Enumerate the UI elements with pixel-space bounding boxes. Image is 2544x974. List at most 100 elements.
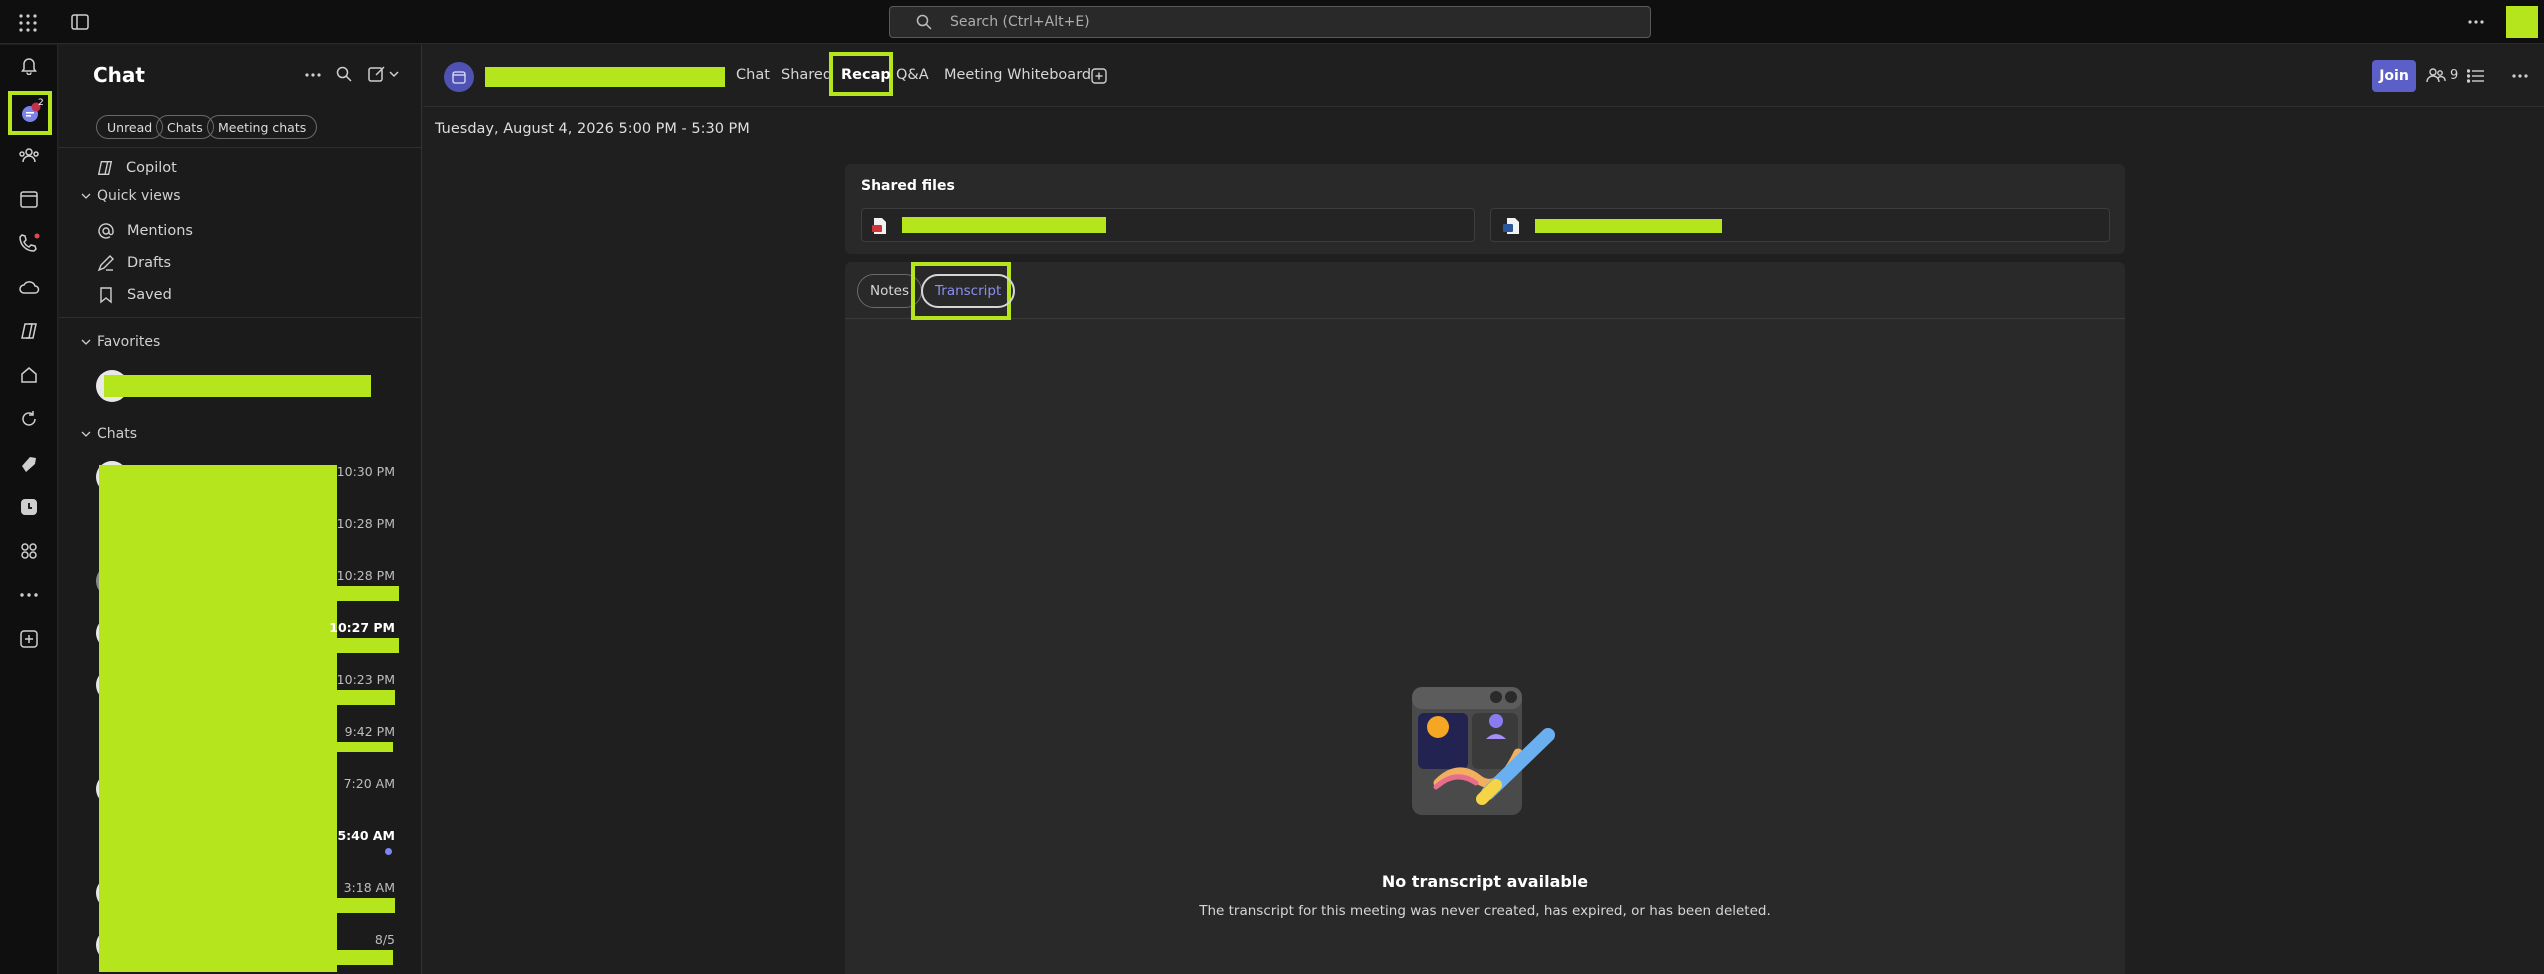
chat-preview-redacted	[337, 950, 393, 965]
participants-button[interactable]: 9	[2426, 67, 2458, 83]
chevron-down-icon	[81, 193, 91, 199]
draft-icon	[97, 254, 115, 272]
tab-meeting-whiteboard[interactable]: Meeting Whiteboard	[944, 67, 1091, 83]
add-app-icon[interactable]	[14, 624, 44, 654]
divider	[845, 318, 2125, 319]
clock-app-icon[interactable]	[14, 492, 44, 522]
chat-preview-redacted	[337, 638, 399, 653]
quick-views-section[interactable]: Quick views	[81, 186, 181, 206]
app-launcher-icon[interactable]	[19, 14, 37, 32]
chat-time: 10:27 PM	[329, 620, 395, 635]
copilot-icon	[96, 159, 114, 177]
empty-transcript-illustration	[1408, 683, 1560, 823]
sidebar-toggle-icon[interactable]	[71, 14, 89, 30]
chat-time: 7:20 AM	[343, 776, 395, 791]
chat-badge: 2	[38, 98, 44, 108]
filter-chats[interactable]: Chats	[156, 115, 214, 139]
meeting-header: Chat Shared Recap Q&A Meeting Whiteboard…	[423, 45, 2544, 107]
chat-list-redacted[interactable]	[99, 465, 337, 972]
bell-icon[interactable]	[14, 50, 44, 80]
empty-state-title: No transcript available	[1381, 872, 1589, 891]
tab-recap[interactable]: Recap	[841, 67, 891, 83]
drafts-label: Drafts	[127, 255, 172, 271]
chat-icon[interactable]: 2	[8, 91, 52, 135]
meeting-title-redacted	[485, 67, 725, 87]
list-icon[interactable]	[2467, 69, 2485, 83]
more-options-icon[interactable]	[2468, 20, 2484, 24]
add-tab-icon[interactable]	[1091, 68, 1107, 84]
mentions-label: Mentions	[127, 223, 193, 239]
at-icon	[97, 222, 115, 240]
tab-shared[interactable]: Shared	[781, 67, 832, 83]
chats-label: Chats	[97, 426, 138, 442]
phone-icon[interactable]	[14, 228, 44, 258]
copilot-item[interactable]: Copilot	[96, 156, 177, 180]
people-icon	[2426, 67, 2446, 83]
saved-label: Saved	[127, 287, 172, 303]
word-file-icon	[1503, 217, 1519, 235]
chats-section[interactable]: Chats	[81, 424, 137, 444]
new-chat-icon[interactable]	[368, 65, 400, 83]
tab-qa[interactable]: Q&A	[896, 67, 929, 83]
home-icon[interactable]	[14, 360, 44, 390]
chat-time: 3:18 AM	[343, 880, 395, 895]
more-icon[interactable]	[14, 580, 44, 610]
meeting-icon	[444, 62, 474, 92]
chat-time: 10:28 PM	[336, 568, 395, 583]
sidebar-item-mentions[interactable]: Mentions	[97, 219, 193, 243]
file-name-redacted	[1535, 219, 1722, 233]
subtab-transcript[interactable]: Transcript	[921, 274, 1016, 308]
chat-time: 8/5	[374, 932, 395, 947]
calendar-icon[interactable]	[14, 184, 44, 214]
copilot-icon[interactable]	[14, 316, 44, 346]
cloud-icon[interactable]	[14, 272, 44, 302]
shared-files-label: Shared files	[861, 178, 955, 194]
shared-file-item[interactable]	[1490, 208, 2110, 242]
chat-time: 10:30 PM	[336, 464, 395, 479]
shared-file-item[interactable]	[861, 208, 1475, 242]
copilot-label: Copilot	[126, 160, 177, 176]
divider	[59, 317, 421, 318]
chat-preview-redacted	[337, 742, 393, 752]
empty-state-description: The transcript for this meeting was neve…	[1199, 903, 1771, 919]
pdf-file-icon	[872, 217, 888, 235]
apps-icon[interactable]	[14, 536, 44, 566]
favorites-label: Favorites	[97, 334, 161, 350]
chat-preview-redacted	[337, 586, 399, 601]
chat-pane-title: Chat	[93, 63, 145, 87]
profile-avatar[interactable]	[2506, 6, 2538, 38]
teams-icon[interactable]	[14, 140, 44, 170]
chevron-down-icon	[81, 339, 91, 345]
more-options-icon[interactable]	[2512, 74, 2528, 78]
chat-time: 10:28 PM	[336, 516, 395, 531]
filter-meeting-chats[interactable]: Meeting chats	[207, 115, 318, 139]
refresh-icon[interactable]	[14, 404, 44, 434]
bookmark-icon	[97, 286, 115, 304]
chat-time: 5:40 AM	[337, 828, 395, 843]
search-icon[interactable]	[336, 66, 352, 82]
meeting-date: Tuesday, August 4, 2026 5:00 PM - 5:30 P…	[435, 121, 750, 137]
participants-count: 9	[2450, 67, 2459, 83]
favorite-item-redacted[interactable]	[104, 375, 371, 397]
top-bar: Search (Ctrl+Alt+E)	[0, 0, 2544, 44]
quick-views-label: Quick views	[97, 188, 181, 204]
divider	[59, 147, 421, 148]
chat-time: 9:42 PM	[344, 724, 395, 739]
filter-unread[interactable]: Unread	[96, 115, 164, 139]
tab-chat[interactable]: Chat	[736, 67, 770, 83]
chat-preview-redacted	[337, 690, 395, 705]
search-input[interactable]: Search (Ctrl+Alt+E)	[889, 6, 1651, 38]
join-button[interactable]: Join	[2372, 60, 2416, 92]
chevron-down-icon	[81, 431, 91, 437]
search-placeholder: Search (Ctrl+Alt+E)	[950, 14, 1090, 30]
unread-dot	[385, 848, 392, 855]
app-rail: 2	[0, 45, 58, 974]
favorites-section[interactable]: Favorites	[81, 332, 160, 352]
rocket-icon[interactable]	[14, 448, 44, 478]
sidebar-item-saved[interactable]: Saved	[97, 283, 172, 307]
transcript-card	[845, 262, 2125, 974]
search-icon	[916, 14, 932, 30]
more-options-icon[interactable]	[305, 73, 321, 77]
sidebar-item-drafts[interactable]: Drafts	[97, 251, 171, 275]
file-name-redacted	[902, 217, 1106, 233]
